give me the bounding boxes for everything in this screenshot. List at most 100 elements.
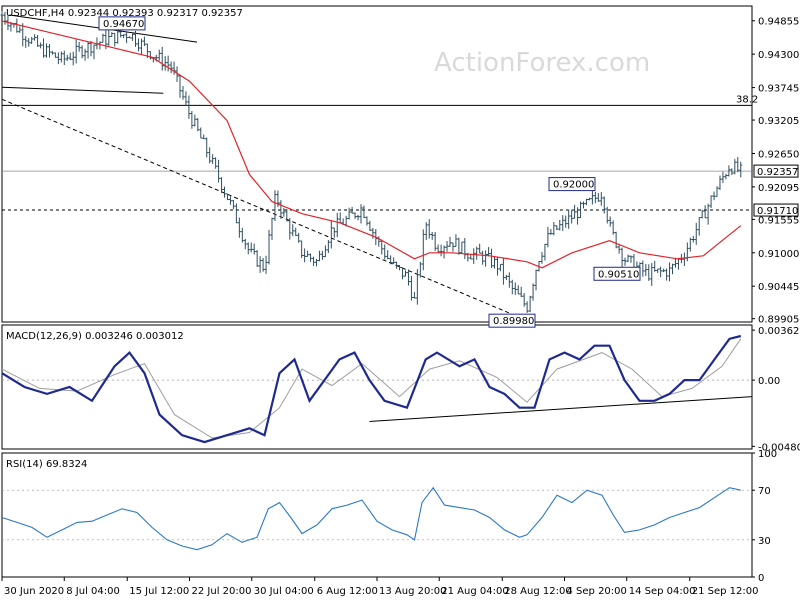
price-trendline-2	[1, 98, 513, 315]
price-bar	[33, 34, 37, 41]
price-bar	[392, 257, 396, 265]
price-bar	[18, 26, 22, 33]
price-bar	[691, 235, 695, 243]
price-bar	[507, 272, 511, 288]
xtick-label: 30 Jun 2020	[4, 586, 64, 597]
price-ytick-label: 0.89905	[758, 315, 799, 326]
price-bar	[694, 222, 698, 245]
price-bar	[587, 197, 591, 201]
price-bar	[83, 48, 87, 61]
price-bar	[534, 269, 538, 291]
price-bar	[733, 159, 737, 175]
price-bar	[454, 234, 458, 247]
price-bar	[469, 254, 473, 260]
level-price-tag: 0.91710	[753, 203, 799, 217]
price-bar	[166, 55, 170, 72]
rsi-panel-frame	[1, 452, 753, 578]
price-bar	[190, 110, 194, 129]
price-bar	[62, 50, 66, 66]
price-bar	[421, 229, 425, 271]
price-bar	[668, 262, 672, 282]
price-bar	[439, 244, 443, 257]
price-bar	[487, 247, 491, 257]
price-bar	[30, 36, 34, 44]
price-bar	[45, 43, 49, 58]
price-bar	[561, 215, 565, 231]
price-bar	[718, 175, 722, 190]
price-bar	[24, 36, 28, 48]
fib-382-label: 38.2	[736, 94, 758, 105]
price-bar	[472, 248, 476, 264]
price-bar	[356, 214, 360, 221]
price-bar	[498, 263, 502, 272]
price-bar	[53, 52, 57, 58]
price-bar	[101, 33, 105, 43]
price-bar	[47, 43, 51, 58]
price-ytick-label: 0.91000	[758, 249, 799, 260]
price-bar	[584, 198, 588, 206]
price-bar	[261, 257, 265, 272]
price-bar	[303, 248, 307, 263]
price-bar	[626, 254, 630, 263]
price-bar	[671, 263, 675, 275]
price-ytick-label: 0.92095	[758, 183, 799, 194]
price-bar	[332, 227, 336, 238]
price-bar	[27, 37, 31, 47]
price-bar	[629, 255, 633, 263]
price-bar	[641, 260, 645, 277]
price-bar	[401, 266, 405, 280]
price-bar	[65, 54, 69, 61]
price-bar	[252, 243, 256, 255]
price-bar	[653, 260, 657, 272]
price-bar	[605, 206, 609, 224]
price-bar	[122, 34, 126, 39]
price-bar	[184, 91, 188, 106]
xtick-label: 21 Sep 12:00	[692, 586, 759, 597]
price-bar	[119, 31, 123, 38]
xtick-label: 14 Sep 04:00	[629, 586, 696, 597]
price-bar	[92, 44, 96, 60]
rsi-panel-title: RSI(14) 69.8324	[6, 459, 87, 470]
price-bar	[418, 261, 422, 278]
price-bar	[582, 201, 586, 209]
price-bar	[86, 41, 90, 59]
price-bar	[294, 227, 298, 236]
price-bar	[724, 173, 728, 180]
price-bar	[383, 244, 387, 260]
rsi-ytick-label: 0	[758, 573, 764, 584]
price-bar	[157, 49, 161, 61]
price-bar	[445, 240, 449, 252]
price-bar	[0, 10, 4, 16]
rsi-ytick-label: 70	[758, 486, 771, 497]
price-bar	[335, 212, 339, 238]
price-bar	[255, 250, 259, 267]
price-bar	[433, 232, 437, 251]
price-bar	[323, 245, 327, 258]
price-bar	[68, 52, 72, 61]
xtick-label: 30 Jul 04:00	[254, 586, 314, 597]
price-bar	[249, 242, 253, 253]
price-bar	[258, 256, 262, 273]
price-annotation-1: 0.92000	[548, 177, 596, 192]
price-bar	[531, 283, 535, 301]
current-price-tag-text: 0.92357	[757, 167, 798, 178]
price-bar	[709, 195, 713, 209]
xtick-label: 22 Jul 20:00	[192, 586, 252, 597]
price-bar	[715, 186, 719, 197]
price-ytick-label: 0.94855	[758, 17, 799, 28]
price-bar	[196, 118, 200, 132]
price-bar	[338, 212, 342, 224]
macd-panel-frame	[1, 324, 753, 450]
price-bar	[602, 196, 606, 214]
price-bar	[620, 247, 624, 268]
price-bar	[460, 241, 464, 254]
price-bar	[546, 226, 550, 248]
price-bar	[136, 38, 140, 52]
price-bar	[570, 209, 574, 224]
price-bar	[457, 237, 461, 255]
rsi-ytick-label: 100	[758, 449, 777, 460]
macd-trendline	[369, 396, 753, 422]
price-bar	[39, 42, 43, 49]
price-bar	[42, 38, 46, 58]
price-bar	[552, 221, 556, 236]
